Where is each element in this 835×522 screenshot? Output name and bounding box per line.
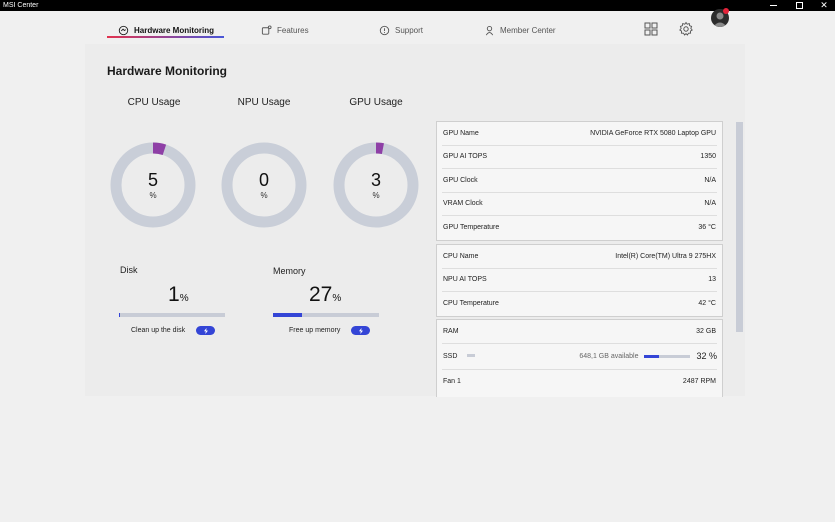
cpu-usage-label: CPU Usage xyxy=(127,97,181,108)
memory-usage-bar-fill xyxy=(273,313,302,317)
disk-unit: % xyxy=(179,293,189,304)
ssd-available: 648,1 GB available xyxy=(579,352,639,360)
close-icon: ✕ xyxy=(820,0,828,10)
maximize-button[interactable] xyxy=(786,0,812,11)
info-value: 32 GB xyxy=(696,327,716,335)
info-row-gpu-clock: GPU Clock N/A xyxy=(442,169,717,193)
page-title: Hardware Monitoring xyxy=(107,64,228,78)
disk-usage-value: 1% xyxy=(168,284,189,310)
info-value: 42 °C xyxy=(698,300,716,308)
memory-label: Memory xyxy=(273,266,306,276)
tab-label: Member Center xyxy=(500,25,556,35)
ssd-percent: 32 % xyxy=(696,351,717,361)
info-value: 36 °C xyxy=(698,224,716,232)
ssd-usage: 648,1 GB available 32 % xyxy=(579,351,717,361)
info-row-cpu-temperature: CPU Temperature 42 °C xyxy=(442,292,717,316)
cpu-info-panel: CPU Name Intel(R) Core(TM) Ultra 9 275HX … xyxy=(436,244,723,317)
disk-label: Disk xyxy=(120,265,138,275)
info-label: GPU Temperature xyxy=(443,224,500,232)
info-label: GPU Name xyxy=(443,129,479,137)
info-label: NPU AI TOPS xyxy=(443,276,487,284)
info-value: 2487 RPM xyxy=(682,377,716,385)
disk-percent: 1 xyxy=(168,283,180,306)
notification-badge xyxy=(723,8,729,14)
ssd-usage-bar-fill xyxy=(644,354,660,358)
free-memory-button[interactable] xyxy=(351,326,370,335)
features-icon xyxy=(261,24,272,35)
info-value: 13 xyxy=(708,276,716,284)
scrollbar[interactable] xyxy=(736,122,743,332)
cpu-usage-unit: % xyxy=(149,191,157,200)
tab-label: Hardware Monitoring xyxy=(134,25,215,35)
gpu-usage-value: 3 xyxy=(370,170,381,190)
cpu-usage-gauge: 5 % xyxy=(109,141,197,229)
info-row-ram: RAM 32 GB xyxy=(442,320,717,344)
info-label: SSD xyxy=(443,352,458,360)
memory-percent: 27 xyxy=(309,283,333,306)
info-row-fan-1: Fan 1 2487 RPM xyxy=(442,370,717,394)
grid-icon[interactable] xyxy=(643,21,659,37)
title-bar: MSI Center ✕ xyxy=(0,0,835,11)
info-value: N/A xyxy=(704,200,716,208)
tab-support[interactable]: Support xyxy=(379,19,423,41)
info-label: CPU Name xyxy=(443,252,479,260)
gpu-usage-label: GPU Usage xyxy=(349,97,403,108)
info-label: GPU AI TOPS xyxy=(443,153,488,161)
ssd-usage-bar xyxy=(644,354,691,358)
lightning-icon xyxy=(358,327,363,334)
info-label: VRAM Clock xyxy=(443,200,483,208)
npu-usage-value: 0 xyxy=(258,170,269,190)
info-label: RAM xyxy=(443,327,459,335)
minimize-button[interactable] xyxy=(760,0,786,11)
support-icon xyxy=(379,25,390,35)
info-row-cpu-name: CPU Name Intel(R) Core(TM) Ultra 9 275HX xyxy=(442,245,717,269)
gpu-usage-gauge: 3 % xyxy=(332,141,420,229)
npu-usage-label: NPU Usage xyxy=(237,97,291,108)
clean-disk-label: Clean up the disk xyxy=(131,327,186,334)
info-label: Fan 1 xyxy=(443,377,461,385)
info-value: 1350 xyxy=(700,153,716,161)
tab-label: Support xyxy=(395,25,424,35)
npu-usage-unit: % xyxy=(260,191,268,200)
gear-icon[interactable] xyxy=(678,21,694,37)
minimize-icon xyxy=(769,5,777,6)
system-info-panel: RAM 32 GB SSD 648,1 GB available 32 % Fan… xyxy=(436,319,723,397)
tab-features[interactable]: Features xyxy=(261,19,309,41)
info-row-vram-clock: VRAM Clock N/A xyxy=(442,193,717,216)
tab-member-center[interactable]: Member Center xyxy=(484,19,556,41)
gpu-info-panel: GPU Name NVIDIA GeForce RTX 5080 Laptop G… xyxy=(436,121,723,241)
disk-usage-bar-fill xyxy=(119,313,121,317)
window-title: MSI Center xyxy=(3,2,39,9)
info-value: NVIDIA GeForce RTX 5080 Laptop GPU xyxy=(590,129,716,137)
info-row-gpu-temperature: GPU Temperature 36 °C xyxy=(442,216,717,240)
info-row-gpu-name: GPU Name NVIDIA GeForce RTX 5080 Laptop G… xyxy=(442,122,717,146)
ssd-label-group: SSD xyxy=(442,352,476,360)
info-label: GPU Clock xyxy=(443,176,478,184)
gpu-usage-unit: % xyxy=(372,191,380,200)
member-icon xyxy=(485,25,494,35)
free-memory-label: Free up memory xyxy=(289,327,341,334)
memory-usage-bar xyxy=(273,313,379,317)
clean-disk-button[interactable] xyxy=(196,326,215,335)
ssd-mini-indicator xyxy=(467,354,476,358)
info-row-gpu-ai-tops: GPU AI TOPS 1350 xyxy=(442,146,717,169)
npu-usage-gauge: 0 % xyxy=(220,141,308,229)
memory-unit: % xyxy=(332,293,342,304)
tab-label: Features xyxy=(277,25,309,35)
maximize-icon xyxy=(795,2,803,9)
monitor-circle-icon xyxy=(118,25,129,35)
info-label: CPU Temperature xyxy=(443,300,499,308)
info-value: N/A xyxy=(704,176,716,184)
info-row-npu-ai-tops: NPU AI TOPS 13 xyxy=(442,269,717,292)
lightning-icon xyxy=(203,327,208,334)
info-value: Intel(R) Core(TM) Ultra 9 275HX xyxy=(615,252,716,260)
info-row-ssd: SSD 648,1 GB available 32 % xyxy=(442,344,717,370)
top-nav: Hardware Monitoring Features Support Mem… xyxy=(0,11,835,41)
close-button[interactable]: ✕ xyxy=(811,0,835,11)
cpu-usage-value: 5 xyxy=(147,170,158,190)
active-tab-indicator xyxy=(107,36,224,38)
disk-usage-bar xyxy=(119,313,225,317)
memory-usage-value: 27% xyxy=(309,284,341,310)
